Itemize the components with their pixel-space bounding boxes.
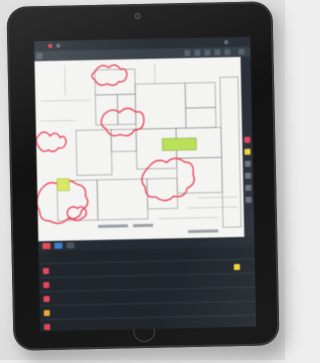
panel-tab[interactable]: [54, 243, 62, 249]
highlighter-tool-icon[interactable]: [244, 149, 250, 155]
cloud-markup: [92, 65, 127, 86]
floor-plan-svg: [35, 57, 245, 241]
markup-color-icon: [44, 310, 50, 316]
floor-plan-drawing[interactable]: [35, 57, 245, 241]
markup-color-icon: [43, 282, 49, 288]
cloud-markup: [36, 132, 66, 152]
cloud-markup: [141, 158, 194, 201]
markup-color-icon: [44, 324, 50, 330]
panel-tab[interactable]: [42, 243, 50, 249]
tablet-device: [6, 1, 279, 350]
toolbar-tool-icon[interactable]: [194, 50, 200, 56]
status-dot-grey: [224, 40, 228, 44]
back-icon[interactable]: [36, 53, 42, 59]
markup-color-icon: [43, 268, 49, 274]
highlight-callout: [162, 138, 196, 151]
text-tool-icon[interactable]: [245, 173, 251, 179]
cloud-markup: [101, 108, 144, 136]
status-dot-grey: [56, 44, 60, 48]
toolbar-tool-icon[interactable]: [214, 49, 220, 55]
stamp-tool-icon[interactable]: [245, 197, 251, 203]
measure-tool-icon[interactable]: [245, 185, 251, 191]
status-dot-red: [48, 44, 52, 48]
shape-tool-icon[interactable]: [245, 161, 251, 167]
toolbar-tool-icon[interactable]: [204, 50, 210, 56]
toolbar-tool-icon[interactable]: [184, 50, 190, 56]
front-camera: [135, 13, 141, 19]
pen-tool-icon[interactable]: [244, 137, 250, 143]
highlight-callout: [57, 179, 69, 191]
menu-icon[interactable]: [238, 49, 244, 55]
flag-icon: [234, 264, 240, 270]
markups-panel: [39, 247, 257, 332]
panel-tab[interactable]: [66, 242, 74, 248]
markup-color-icon: [43, 296, 49, 302]
tablet-screen: [34, 37, 256, 331]
toolbar-tool-icon[interactable]: [224, 49, 230, 55]
